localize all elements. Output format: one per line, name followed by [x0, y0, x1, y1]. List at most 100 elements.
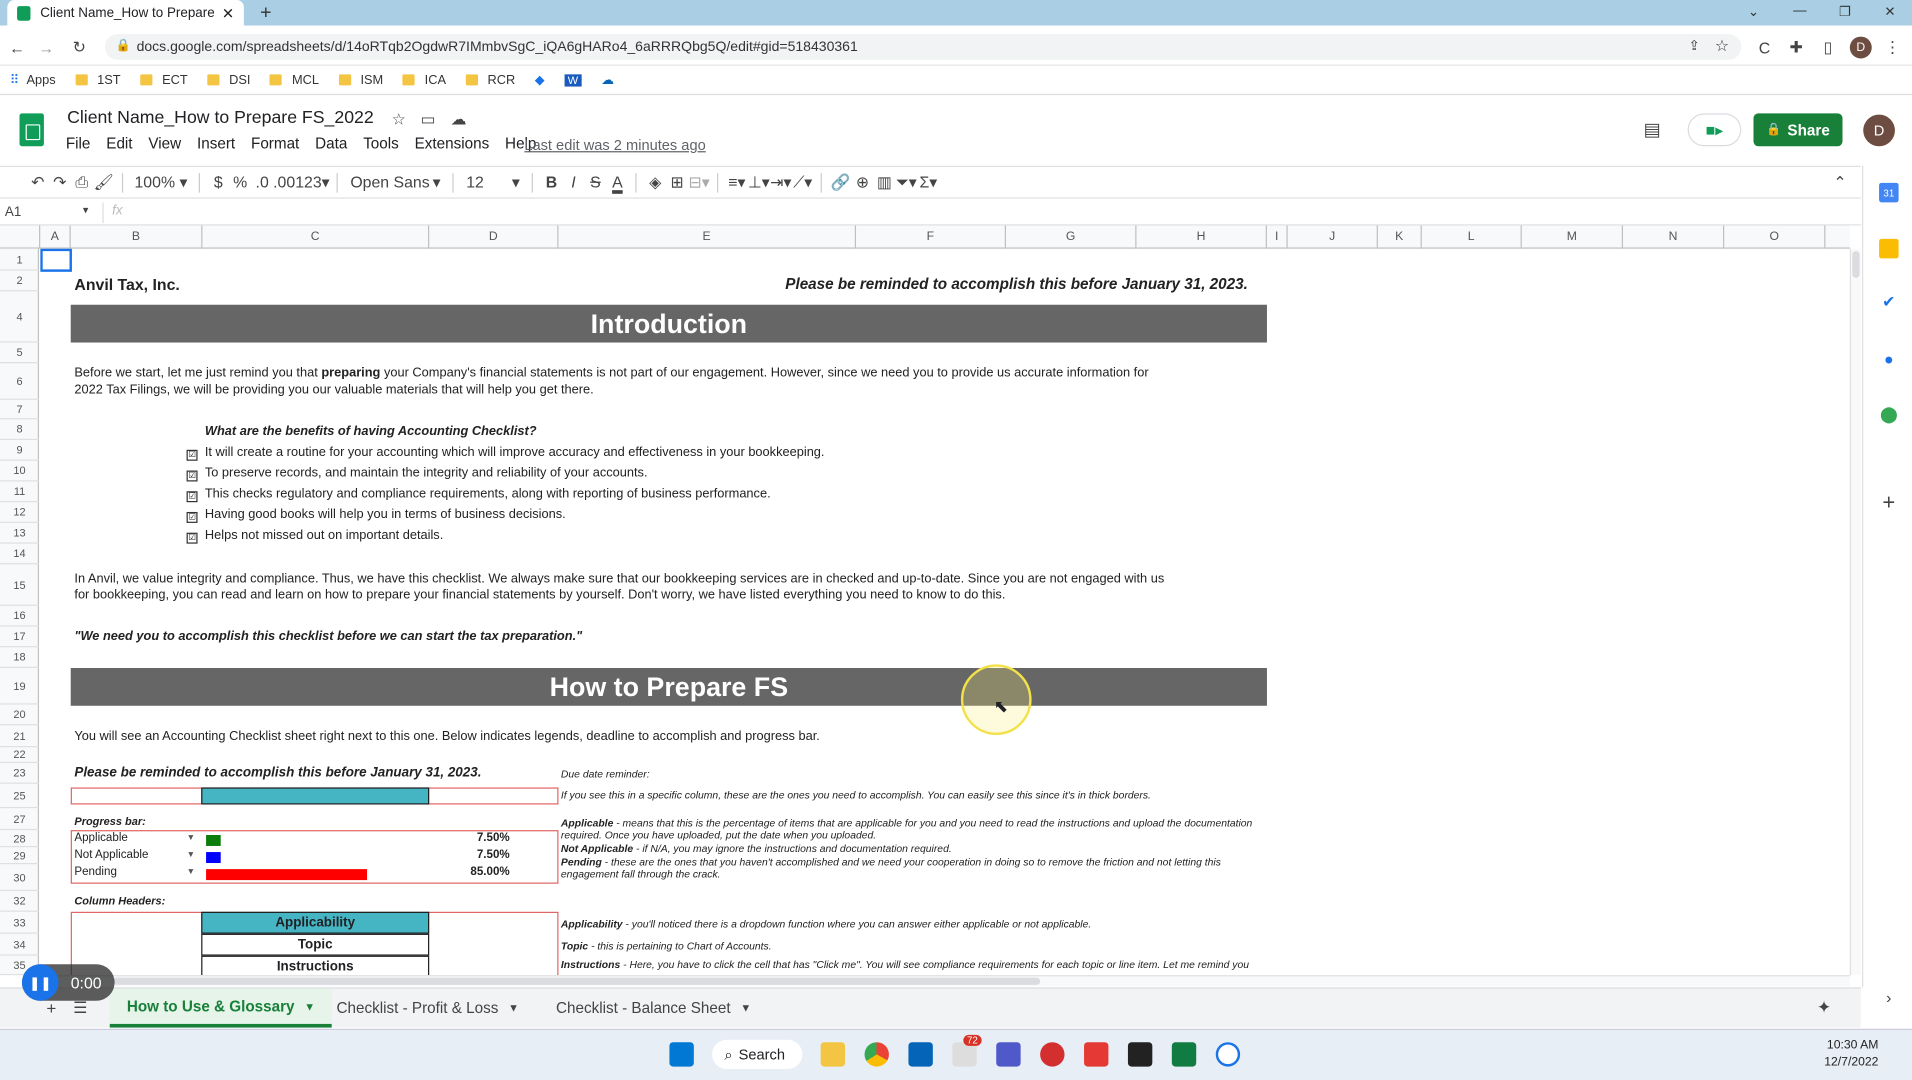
bookmark-folder[interactable]: 1ST	[75, 73, 121, 87]
tab-dropdown-icon[interactable]: ▼	[508, 1002, 519, 1014]
start-menu-icon[interactable]	[669, 1042, 694, 1067]
row-header[interactable]: 33	[0, 912, 40, 934]
row-header[interactable]: 7	[0, 400, 40, 420]
side-panel-icon[interactable]: ▯	[1817, 35, 1839, 59]
row-header[interactable]: 25	[0, 784, 40, 809]
row-header[interactable]: 14	[0, 544, 40, 565]
horizontal-scrollbar[interactable]	[40, 975, 1850, 987]
bookmark-onedrive-icon[interactable]: ☁	[601, 73, 614, 88]
extension-refresh-icon[interactable]: C	[1753, 35, 1775, 59]
column-header[interactable]: A	[40, 225, 71, 249]
sheets-logo-icon[interactable]	[19, 113, 44, 147]
column-header[interactable]: I	[1267, 225, 1288, 249]
star-icon[interactable]: ☆	[388, 107, 410, 131]
row-header[interactable]: 23	[0, 763, 40, 784]
column-header[interactable]: C	[202, 225, 430, 249]
row-header[interactable]: 27	[0, 808, 40, 831]
name-box-dropdown-icon[interactable]: ▾	[83, 204, 89, 217]
progress-dropdown-icon[interactable]: ▼	[187, 868, 195, 877]
close-tab-icon[interactable]: ✕	[222, 4, 234, 21]
row-header[interactable]: 32	[0, 891, 40, 912]
contacts-icon[interactable]: ●	[1879, 349, 1899, 369]
text-wrap-icon[interactable]: ⇥▾	[770, 170, 792, 194]
row-header[interactable]: 30	[0, 864, 40, 892]
bookmark-folder[interactable]: DSI	[207, 73, 250, 87]
minimize-button[interactable]: —	[1778, 0, 1822, 22]
red-stack-app-icon[interactable]	[1084, 1042, 1109, 1067]
video-overlay[interactable]: ❚❚ 0:00	[21, 964, 115, 1001]
keep-icon[interactable]	[1879, 238, 1899, 259]
sheet-tab-profit-loss[interactable]: Checklist - Profit & Loss ▼	[319, 989, 536, 1028]
paint-format-icon[interactable]: 🖌	[93, 170, 115, 194]
teams-icon[interactable]	[996, 1042, 1021, 1067]
row-header[interactable]: 29	[0, 847, 40, 865]
column-header[interactable]: H	[1136, 225, 1267, 249]
cloud-status-icon[interactable]: ☁	[448, 107, 470, 131]
browser-tab[interactable]: Client Name_How to Prepare FS_ ✕	[7, 0, 244, 26]
tab-dropdown-icon[interactable]: ▼	[304, 1000, 315, 1012]
percent-button[interactable]: %	[229, 170, 251, 194]
close-window-button[interactable]: ✕	[1868, 0, 1912, 22]
tab-dropdown-icon[interactable]: ▼	[740, 1002, 751, 1014]
row-header[interactable]: 6	[0, 363, 40, 400]
system-clock[interactable]: 10:30 AM 12/7/2022	[1824, 1037, 1878, 1071]
new-tab-button[interactable]: +	[254, 0, 278, 26]
menu-data[interactable]: Data	[315, 135, 347, 157]
add-sheet-icon[interactable]: +	[46, 998, 56, 1018]
pause-button[interactable]: ❚❚	[21, 964, 59, 1001]
move-folder-icon[interactable]: ▭	[417, 107, 439, 131]
horizontal-align-icon[interactable]: ≡▾	[726, 170, 748, 194]
row-header[interactable]: 10	[0, 461, 40, 482]
comments-icon[interactable]: ▤	[1641, 117, 1663, 141]
bold-button[interactable]: B	[541, 170, 563, 194]
menu-insert[interactable]: Insert	[197, 135, 235, 157]
document-title[interactable]: Client Name_How to Prepare FS_2022	[67, 108, 374, 128]
bookmark-folder[interactable]: ISM	[338, 73, 383, 87]
sheet-tab-balance-sheet[interactable]: Checklist - Balance Sheet ▼	[539, 989, 768, 1028]
column-header[interactable]: N	[1623, 225, 1725, 249]
excel-icon[interactable]	[1171, 1042, 1197, 1067]
row-header[interactable]: 19	[0, 668, 40, 705]
tasks-icon[interactable]: ✔	[1879, 293, 1899, 313]
menu-view[interactable]: View	[148, 135, 181, 157]
column-header[interactable]: B	[71, 225, 203, 249]
bookmark-apps[interactable]: ⠿ Apps	[10, 73, 56, 88]
row-header[interactable]: 8	[0, 419, 40, 441]
row-header[interactable]: 4	[0, 291, 40, 343]
add-addon-icon[interactable]: +	[1879, 489, 1899, 513]
calendar-icon[interactable]: 31	[1879, 182, 1899, 203]
maps-icon[interactable]: ⬤	[1879, 405, 1899, 425]
url-bar[interactable]: 🔒 docs.google.com/spreadsheets/d/14oRTqb…	[104, 34, 1742, 60]
red-app-icon[interactable]	[1040, 1042, 1065, 1067]
strikethrough-button[interactable]: S	[584, 170, 606, 194]
sheet-grid[interactable]: Anvil Tax, Inc. Please be reminded to ac…	[40, 248, 1850, 976]
column-header[interactable]: G	[1006, 225, 1137, 249]
row-header[interactable]: 2	[0, 271, 40, 292]
bookmark-folder[interactable]: ECT	[140, 73, 188, 87]
borders-icon[interactable]: ⊞	[666, 170, 688, 194]
row-header[interactable]: 28	[0, 830, 40, 848]
bookmark-folder[interactable]: MCL	[269, 73, 319, 87]
row-header[interactable]: 16	[0, 606, 40, 627]
reload-icon[interactable]: ↻	[68, 35, 90, 59]
taskbar-search[interactable]: ⌕ Search	[712, 1039, 803, 1070]
row-header[interactable]: 17	[0, 627, 40, 648]
name-box[interactable]: A1	[5, 205, 21, 220]
bookmark-star-icon[interactable]: ☆	[1715, 37, 1729, 57]
row-header[interactable]: 22	[0, 747, 40, 764]
sheet-tab-how-to-use[interactable]: How to Use & Glossary ▼	[109, 988, 333, 1028]
vertical-align-icon[interactable]: ⊥▾	[748, 170, 770, 194]
increase-decimal-button[interactable]: .00	[273, 170, 295, 194]
row-header[interactable]: 15	[0, 564, 40, 606]
app-with-badge-icon[interactable]: 72	[952, 1034, 982, 1067]
insert-comment-icon[interactable]: ⊕	[852, 170, 874, 194]
column-header[interactable]: F	[856, 225, 1006, 249]
row-header[interactable]: 11	[0, 481, 40, 503]
forward-arrow-icon[interactable]: →	[35, 35, 57, 59]
insert-link-icon[interactable]: 🔗	[830, 170, 852, 194]
row-header[interactable]: 13	[0, 523, 40, 544]
collapse-toolbar-icon[interactable]: ⌃	[1829, 170, 1851, 194]
share-button[interactable]: 🔒 Share	[1753, 113, 1843, 147]
insert-chart-icon[interactable]: ▥	[873, 170, 895, 194]
selected-cell-a1[interactable]	[40, 248, 72, 272]
